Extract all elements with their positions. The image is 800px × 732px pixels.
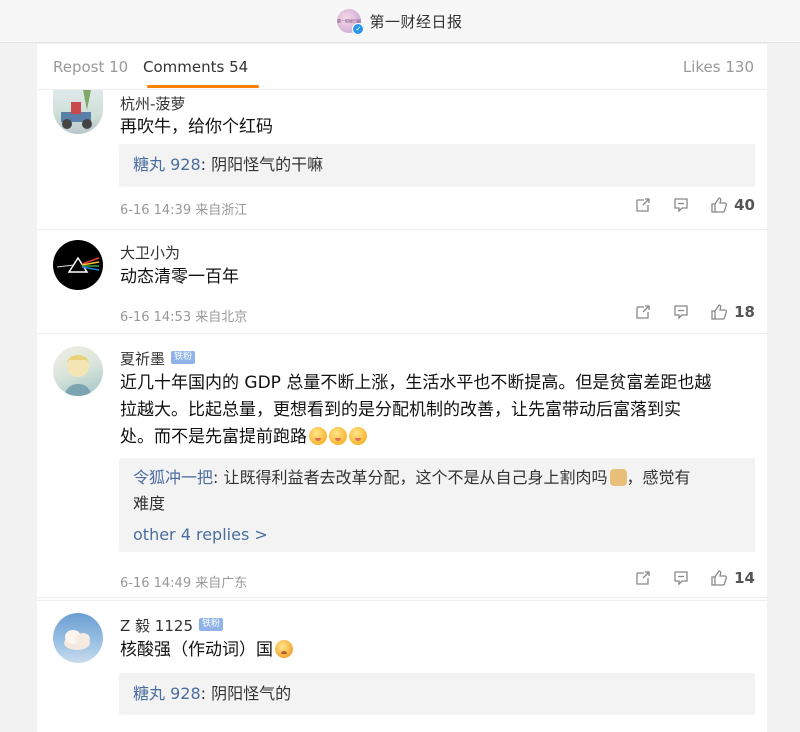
comment-username[interactable]: 大卫小为: [120, 242, 180, 263]
comment-actions: 18: [614, 303, 755, 321]
comment-username-text: 夏祈墨: [120, 350, 166, 368]
fan-badge: 铁粉: [199, 618, 224, 631]
tab-likes[interactable]: Likes 130: [683, 58, 754, 76]
like-count: 18: [734, 303, 755, 321]
comments-card: Repost 10 Comments 54 Likes 130 杭州-菠萝 再吹…: [37, 44, 767, 732]
verified-icon: ✓: [352, 23, 365, 35]
comment-actions: 14: [614, 569, 755, 587]
like-count: 40: [734, 196, 755, 214]
comment-text-content: 核酸强（作动词）国: [120, 640, 273, 660]
top-bar: 第一财经日报 ✓ 第一财经日报: [0, 0, 800, 43]
comment-text-line: 处。而不是先富提前跑路: [120, 424, 760, 451]
comment-item: Z 毅 1125 铁粉 核酸强（作动词）国 糖丸 928: 阴阳怪气的: [37, 600, 767, 732]
avatar[interactable]: [53, 90, 103, 134]
reply-line: other 4 replies >: [133, 522, 741, 548]
reply-line: 糖丸 928: 阴阳怪气的: [133, 681, 741, 707]
avatar-image: [65, 355, 91, 396]
repost-icon[interactable]: [634, 196, 652, 214]
more-replies-link[interactable]: other 4 replies >: [133, 525, 268, 544]
tab-comments[interactable]: Comments 54: [143, 58, 248, 76]
account-avatar[interactable]: 第一财经日报 ✓: [337, 9, 365, 35]
comment-footer: 6-16 14:49 来自广东 14: [37, 566, 767, 598]
like-icon[interactable]: [710, 303, 728, 321]
reply-username[interactable]: 糖丸 928: [133, 684, 201, 703]
avatar[interactable]: [53, 613, 103, 663]
drooling-emoji-icon: [349, 427, 367, 445]
tab-repost[interactable]: Repost 10: [53, 58, 128, 76]
comment-text-line: 近几十年国内的 GDP 总量不断上涨，生活水平也不断提高。但是贫富差距也越: [120, 373, 712, 393]
avatar[interactable]: [53, 240, 103, 290]
reply-username[interactable]: 糖丸 928: [133, 155, 201, 174]
sad-emoji-icon: [275, 640, 293, 658]
comment-text: 再吹牛，给你个红码: [120, 117, 273, 137]
comment-item: 夏祈墨 铁粉 近几十年国内的 GDP 总量不断上涨，生活水平也不断提高。但是贫富差…: [37, 334, 767, 598]
reply-text: ，感觉有: [626, 468, 691, 487]
comment-actions: 40: [614, 196, 755, 214]
avatar-image: [61, 90, 92, 129]
reply-text: : 让既得利益者去改革分配，这个不是从自己身上割肉吗: [213, 468, 608, 487]
comment-text: 核酸强（作动词）国: [120, 637, 760, 664]
doge-emoji-icon: [609, 469, 627, 486]
comment-meta: 6-16 14:53 来自北京: [120, 310, 248, 325]
comment-icon[interactable]: [672, 569, 690, 587]
reply-box[interactable]: 令狐冲一把: 让既得利益者去改革分配，这个不是从自己身上割肉吗 ，感觉有 难度 o…: [119, 458, 755, 552]
repost-icon[interactable]: [634, 569, 652, 587]
reply-username[interactable]: 令狐冲一把: [133, 468, 213, 487]
drooling-emoji-icon: [329, 427, 347, 445]
comment-text-line-content: 处。而不是先富提前跑路: [120, 427, 307, 447]
like-icon[interactable]: [710, 196, 728, 214]
comment-meta: 6-16 14:49 来自广东: [120, 576, 248, 591]
drooling-emoji-icon: [309, 427, 327, 445]
tab-bar: Repost 10 Comments 54 Likes 130: [37, 44, 767, 90]
reply-box[interactable]: 糖丸 928: 阴阳怪气的: [119, 673, 755, 715]
avatar-image: [56, 256, 100, 273]
comment-item: 大卫小为 动态清零一百年 6-16 14:53 来自北京 18: [37, 230, 767, 334]
comment-icon[interactable]: [672, 196, 690, 214]
comment-meta: 6-16 14:39 来自浙江: [120, 203, 248, 218]
comment-username[interactable]: Z 毅 1125 铁粉: [120, 615, 224, 636]
reply-line: 令狐冲一把: 让既得利益者去改革分配，这个不是从自己身上割肉吗 ，感觉有: [133, 465, 741, 491]
comment-text: 动态清零一百年: [120, 267, 239, 287]
like-icon[interactable]: [710, 569, 728, 587]
comment-item: 杭州-菠萝 再吹牛，给你个红码 糖丸 928: 阴阳怪气的干嘛 6-16 14:…: [37, 90, 767, 230]
comment-text: 近几十年国内的 GDP 总量不断上涨，生活水平也不断提高。但是贫富差距也越 拉越…: [120, 370, 760, 451]
avatar[interactable]: [53, 346, 103, 396]
reply-line: 糖丸 928: 阴阳怪气的干嘛: [133, 152, 741, 178]
repost-icon[interactable]: [634, 303, 652, 321]
comment-username-text: Z 毅 1125: [120, 617, 193, 635]
comment-text-line: 拉越大。比起总量，更想看到的是分配机制的改善，让先富带动后富落到实: [120, 400, 681, 420]
reply-text: : 阴阳怪气的: [200, 684, 292, 703]
comment-username[interactable]: 夏祈墨 铁粉: [120, 348, 196, 369]
like-count: 14: [734, 569, 755, 587]
fan-badge: 铁粉: [171, 351, 196, 364]
reply-text: 难度: [133, 494, 166, 513]
reply-text: : 阴阳怪气的干嘛: [200, 155, 324, 174]
comment-username[interactable]: 杭州-菠萝: [120, 93, 185, 114]
account-name[interactable]: 第一财经日报: [369, 11, 462, 32]
avatar-image: [64, 630, 90, 650]
comment-icon[interactable]: [672, 303, 690, 321]
reply-box[interactable]: 糖丸 928: 阴阳怪气的干嘛: [119, 144, 755, 187]
active-tab-indicator: [147, 85, 259, 88]
